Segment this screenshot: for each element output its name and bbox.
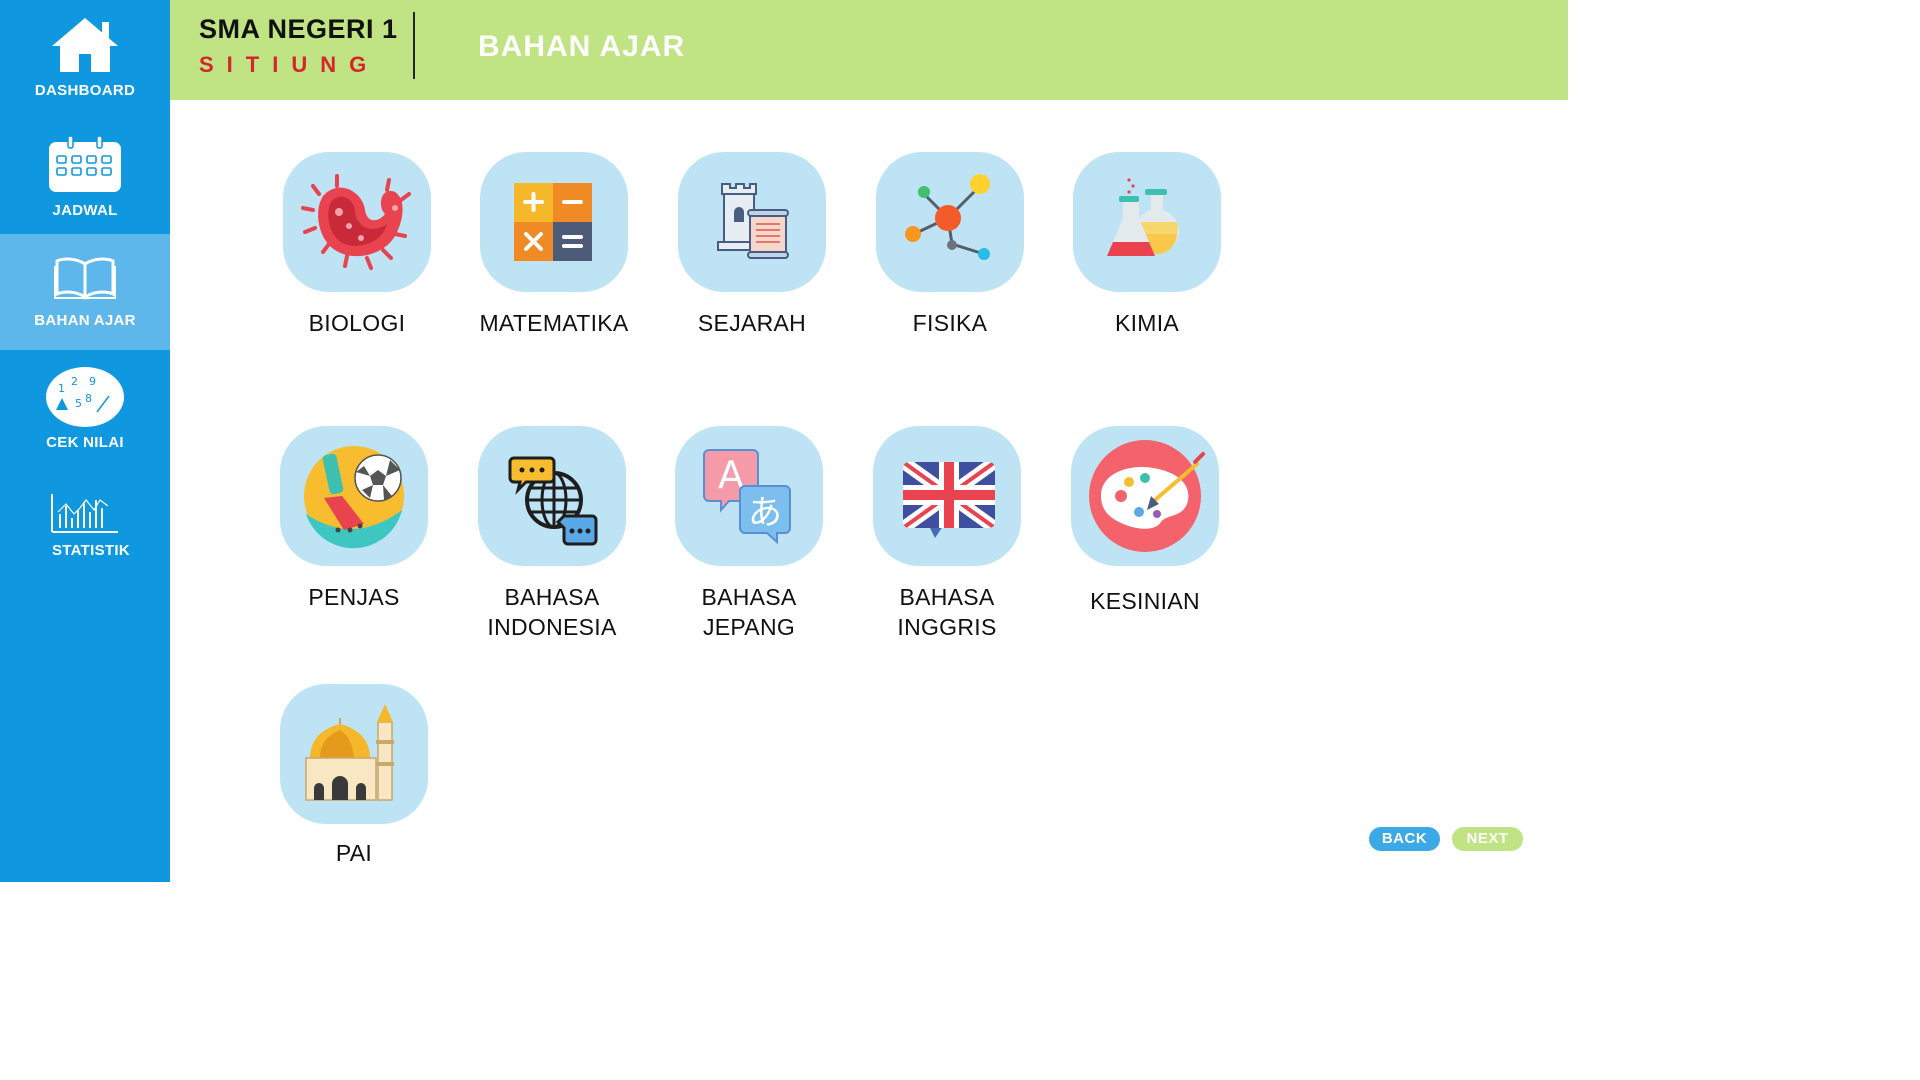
tile	[280, 684, 428, 824]
next-button[interactable]: NEXT	[1452, 827, 1523, 851]
tile	[876, 152, 1024, 292]
header-bar: SMA NEGERI 1 SITIUNG BAHAN AJAR	[170, 0, 1568, 100]
subject-label: BAHASA INGGRIS	[897, 584, 997, 640]
sidebar-item-label: STATISTIK	[52, 542, 130, 559]
home-icon	[52, 18, 118, 72]
subject-label: MATEMATIKA	[479, 310, 629, 336]
paint-palette-icon	[1089, 440, 1205, 552]
svg-text:あ: あ	[748, 493, 782, 533]
tile	[283, 152, 431, 292]
sidebar-item-label: CEK NILAI	[46, 434, 124, 451]
svg-text:8: 8	[85, 392, 92, 405]
book-icon	[54, 257, 116, 300]
sidebar-item-jadwal[interactable]: JADWAL	[0, 116, 170, 234]
soccer-icon	[304, 446, 404, 549]
flask-icon	[1107, 178, 1179, 256]
sidebar-item-statistik[interactable]: STATISTIK	[0, 470, 170, 580]
school-city: SITIUNG	[199, 52, 380, 77]
uk-flag-icon	[903, 462, 995, 538]
subject-label: BIOLOGI	[308, 310, 406, 336]
castle-scroll-icon	[717, 183, 789, 259]
school-name: SMA NEGERI 1	[199, 14, 398, 44]
svg-text:2: 2	[71, 375, 78, 388]
tile	[480, 152, 628, 292]
svg-text:5: 5	[75, 397, 82, 410]
tile	[1073, 152, 1221, 292]
tile	[478, 426, 626, 566]
subject-label: BAHASA JEPANG	[701, 584, 797, 640]
back-button[interactable]: BACK	[1369, 827, 1440, 851]
grades-icon: 12 9 58	[46, 367, 124, 427]
tile	[873, 426, 1021, 566]
molecule-icon	[905, 174, 990, 260]
sidebar: DASHBOARD JADWAL BAHAN AJAR 129 5 8 CEK …	[0, 0, 170, 882]
sidebar-item-label: JADWAL	[52, 202, 118, 219]
calculator-icon	[514, 183, 592, 261]
sidebar-item-label: BAHAN AJAR	[34, 312, 136, 329]
header-divider	[413, 12, 415, 79]
subject-label: PAI	[335, 840, 373, 866]
globe-chat-icon	[508, 456, 598, 546]
subject-label: FISIKA	[912, 310, 988, 336]
subject-label: PENJAS	[308, 584, 400, 610]
svg-text:1: 1	[58, 382, 65, 395]
subject-label: BAHASA INDONESIA	[487, 584, 617, 640]
bacteria-icon	[301, 174, 411, 270]
calendar-icon	[49, 136, 121, 192]
statistics-icon	[51, 494, 118, 533]
sidebar-item-label: DASHBOARD	[34, 82, 136, 99]
sidebar-item-bahan-ajar[interactable]: BAHAN AJAR	[0, 234, 170, 350]
subject-label: KESINIAN	[1090, 588, 1200, 614]
sidebar-item-cek-nilai[interactable]: 129 58 CEK NILAI	[0, 350, 170, 470]
tile: A あ	[675, 426, 823, 566]
subject-label: KIMIA	[1114, 310, 1180, 336]
svg-text:9: 9	[89, 375, 96, 388]
translate-icon: A あ	[703, 449, 791, 545]
tile	[678, 152, 826, 292]
subject-label: SEJARAH	[697, 310, 807, 336]
page-title: BAHAN AJAR	[478, 30, 686, 63]
tile	[280, 426, 428, 566]
sidebar-item-dashboard[interactable]: DASHBOARD	[0, 0, 170, 116]
tile	[1071, 426, 1219, 566]
mosque-icon	[305, 704, 394, 801]
